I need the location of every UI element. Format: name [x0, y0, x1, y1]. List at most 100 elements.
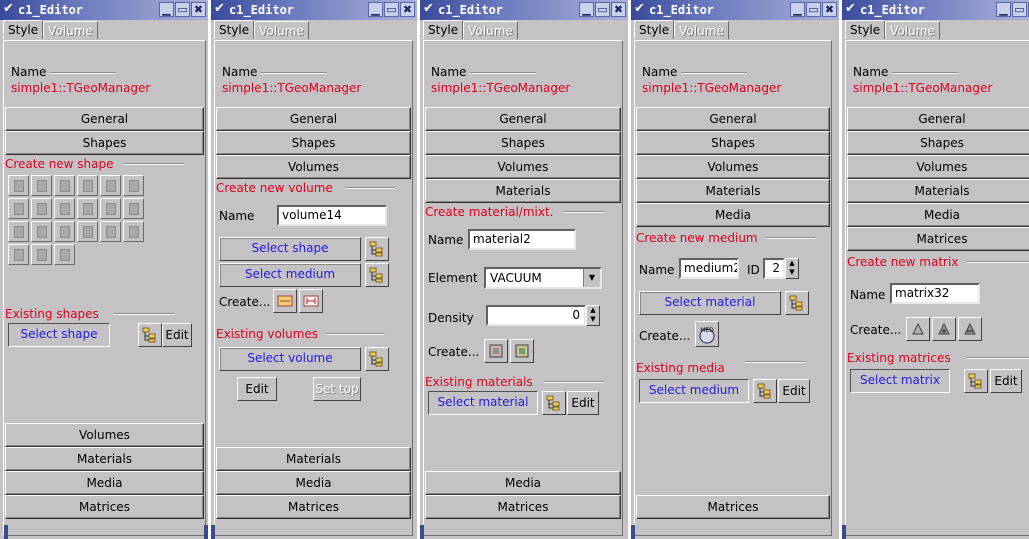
- medium-id-spinner[interactable]: ▲ ▼: [785, 258, 799, 279]
- browse-material-button[interactable]: [785, 291, 809, 315]
- matrices-button[interactable]: Matrices: [425, 495, 621, 519]
- spin-down-icon[interactable]: ▼: [587, 315, 599, 324]
- select-material-box[interactable]: Select material: [639, 291, 781, 315]
- select-medium-box[interactable]: Select medium: [639, 379, 749, 403]
- browse-medium-button[interactable]: [365, 263, 389, 287]
- shape-eltu-button[interactable]: [54, 221, 75, 242]
- matrices-button[interactable]: Matrices: [5, 495, 204, 519]
- maximize-icon[interactable]: ▭: [384, 2, 399, 17]
- close-icon[interactable]: ✖: [400, 2, 415, 17]
- set-top-button[interactable]: Set top: [313, 377, 361, 401]
- shapes-button[interactable]: Shapes: [847, 131, 1029, 155]
- select-shape-box[interactable]: Select shape: [219, 237, 361, 261]
- tab-volume[interactable]: Volume: [885, 21, 940, 39]
- tab-style[interactable]: Style: [423, 20, 464, 39]
- medium-id-field[interactable]: 2: [763, 258, 785, 279]
- tab-volume[interactable]: Volume: [463, 21, 518, 39]
- volume-name-field[interactable]: volume14: [277, 205, 387, 226]
- titlebar[interactable]: ✔ c1_Editor ▁ ▭ ✖: [211, 0, 417, 20]
- edit-shape-button[interactable]: Edit: [162, 323, 192, 347]
- maximize-icon[interactable]: ▭: [595, 2, 610, 17]
- shape-trd2-button[interactable]: [77, 175, 98, 196]
- tab-volume[interactable]: Volume: [674, 21, 729, 39]
- shape-sphe-button[interactable]: [8, 221, 29, 242]
- matrices-button[interactable]: Matrices: [216, 495, 411, 519]
- minimize-icon[interactable]: ▁: [368, 2, 383, 17]
- density-spinner[interactable]: ▲ ▼: [586, 305, 600, 326]
- minimize-icon[interactable]: ▁: [996, 2, 1011, 17]
- titlebar[interactable]: ✔ c1_Editor ▁ ▭ ✖: [631, 0, 839, 20]
- close-icon[interactable]: ✖: [822, 2, 837, 17]
- shape-box-button[interactable]: [8, 175, 29, 196]
- browse-shape-button[interactable]: [365, 237, 389, 261]
- maximize-icon[interactable]: ▭: [806, 2, 821, 17]
- tab-volume[interactable]: Volume: [43, 21, 98, 39]
- shape-gtra-button[interactable]: [123, 175, 144, 196]
- titlebar[interactable]: ✔ c1_Editor ▁ ▭ ✖: [420, 0, 628, 20]
- general-button[interactable]: General: [216, 107, 411, 131]
- shape-trd1-button[interactable]: [54, 175, 75, 196]
- create-medium-button[interactable]: MED: [695, 321, 719, 347]
- close-icon[interactable]: ✖: [611, 2, 626, 17]
- create-mixture-button[interactable]: [510, 339, 534, 363]
- shapes-button[interactable]: Shapes: [5, 131, 204, 155]
- titlebar[interactable]: ✔ c1_Editor ▁ ▭ ✖: [0, 0, 208, 20]
- create-volume-button[interactable]: [273, 289, 297, 313]
- create-combi-button[interactable]: [958, 317, 982, 341]
- volumes-button[interactable]: Volumes: [636, 155, 830, 179]
- shape-cons-button[interactable]: [123, 198, 144, 219]
- shape-cone-button[interactable]: [100, 198, 121, 219]
- create-rotation-button[interactable]: [932, 317, 956, 341]
- spin-down-icon[interactable]: ▼: [786, 268, 798, 277]
- shapes-button[interactable]: Shapes: [425, 131, 621, 155]
- check-icon[interactable]: ✔: [423, 2, 437, 16]
- spin-up-icon[interactable]: ▲: [587, 306, 599, 315]
- minimize-icon[interactable]: ▁: [790, 2, 805, 17]
- minimize-icon[interactable]: ▁: [579, 2, 594, 17]
- tab-volume[interactable]: Volume: [254, 21, 309, 39]
- shape-tubs-button[interactable]: [77, 198, 98, 219]
- create-translation-button[interactable]: [906, 317, 930, 341]
- element-combo[interactable]: VACUUM ▼: [484, 267, 602, 289]
- matrix-name-field[interactable]: matrix32: [890, 283, 980, 304]
- spin-up-icon[interactable]: ▲: [786, 259, 798, 268]
- edit-volume-button[interactable]: Edit: [237, 377, 277, 401]
- browse-matrix-button[interactable]: [964, 369, 988, 393]
- general-button[interactable]: General: [425, 107, 621, 131]
- shape-xtru-button[interactable]: [8, 198, 29, 219]
- edit-medium-button[interactable]: Edit: [778, 379, 810, 403]
- matrices-button[interactable]: Matrices: [636, 495, 830, 519]
- media-button[interactable]: Media: [847, 203, 1029, 227]
- combo-arrow-icon[interactable]: ▼: [583, 269, 600, 287]
- shape-arb8-button[interactable]: [31, 198, 52, 219]
- browse-medium-button[interactable]: [753, 379, 777, 403]
- media-button[interactable]: Media: [216, 471, 411, 495]
- resize-grip[interactable]: [211, 525, 215, 539]
- edit-matrix-button[interactable]: Edit: [990, 369, 1022, 393]
- minimize-icon[interactable]: ▁: [159, 2, 174, 17]
- shape-trap-button[interactable]: [100, 175, 121, 196]
- media-button[interactable]: Media: [425, 471, 621, 495]
- volumes-button[interactable]: Volumes: [425, 155, 621, 179]
- select-volume-box[interactable]: Select volume: [219, 347, 361, 371]
- matrices-button[interactable]: Matrices: [847, 227, 1029, 251]
- resize-grip[interactable]: [204, 525, 208, 539]
- browse-volume-button[interactable]: [365, 347, 389, 371]
- tab-style[interactable]: Style: [3, 20, 44, 39]
- shape-tube-button[interactable]: [54, 198, 75, 219]
- maximize-icon[interactable]: ▭: [1012, 2, 1027, 17]
- volumes-button[interactable]: Volumes: [216, 155, 411, 179]
- general-button[interactable]: General: [847, 107, 1029, 131]
- materials-button[interactable]: Materials: [5, 447, 204, 471]
- resize-grip[interactable]: [631, 525, 635, 539]
- density-field[interactable]: 0: [486, 305, 586, 326]
- resize-grip[interactable]: [842, 525, 846, 539]
- volumes-button[interactable]: Volumes: [847, 155, 1029, 179]
- general-button[interactable]: General: [636, 107, 830, 131]
- shape-torus-button[interactable]: [77, 221, 98, 242]
- shape-parab-button[interactable]: [54, 244, 75, 265]
- select-material-box[interactable]: Select material: [428, 391, 538, 415]
- shape-pgon-button[interactable]: [123, 221, 144, 242]
- titlebar[interactable]: ✔ c1_Editor ▁ ▭ ✖: [842, 0, 1029, 20]
- shape-comp-button[interactable]: [8, 244, 29, 265]
